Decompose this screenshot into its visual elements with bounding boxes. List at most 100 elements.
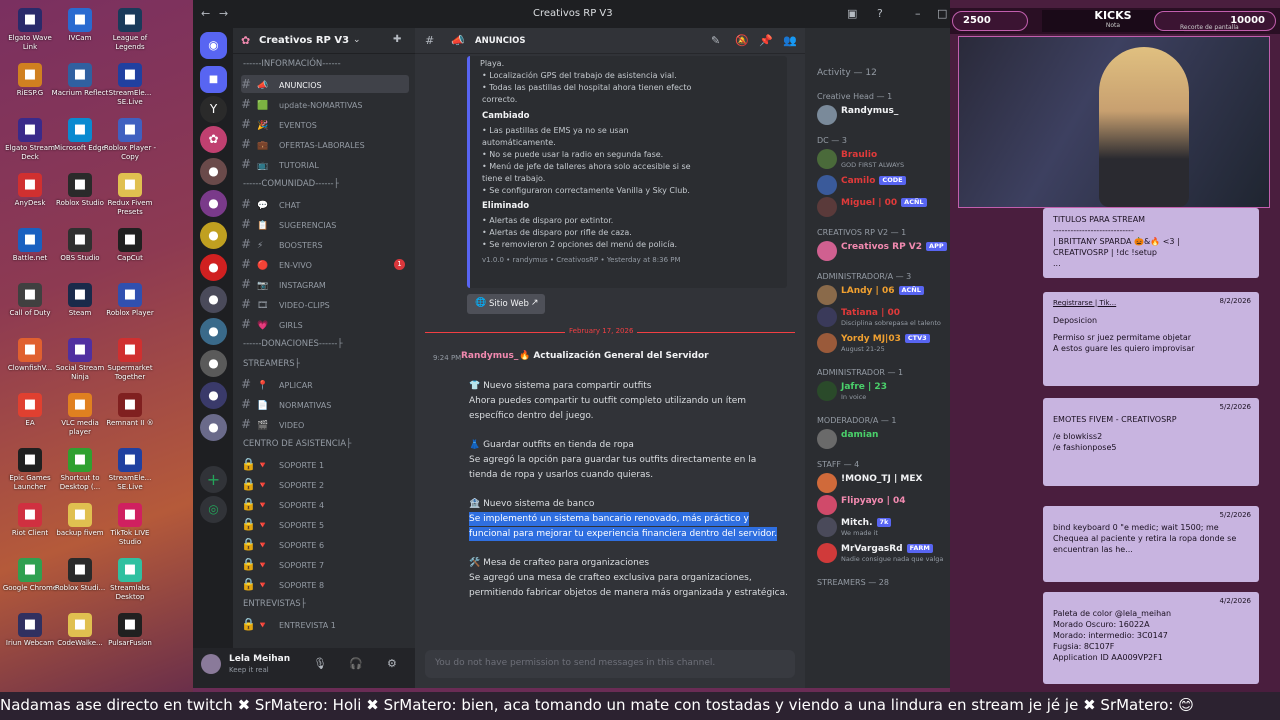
maximize-icon[interactable]: □	[937, 7, 947, 20]
app-icon: ■	[118, 63, 142, 87]
category-header[interactable]: ------INFORMACIÓN------	[243, 59, 341, 69]
headphones-icon[interactable]: 🎧	[349, 657, 363, 670]
microphone-icon[interactable]: 🎙	[313, 657, 327, 670]
desktop-shortcut[interactable]: ■ Remnant II ®	[100, 393, 160, 428]
server-icon[interactable]: ●	[200, 286, 227, 313]
minimize-icon[interactable]: –	[915, 7, 921, 20]
member-row[interactable]: Jafre | 23 In voice	[817, 380, 947, 402]
add-member-icon[interactable]: ✚	[393, 34, 401, 45]
help-icon[interactable]: ?	[877, 7, 883, 20]
message-composer[interactable]: You do not have permission to send messa…	[425, 650, 795, 678]
channel-item[interactable]: # 📣 ANUNCIOS	[241, 75, 409, 93]
server-icon[interactable]: ●	[200, 158, 227, 185]
server-icon[interactable]: ●	[200, 382, 227, 409]
member-row[interactable]: Mitch. 7k We made it	[817, 516, 947, 538]
message-author[interactable]: Randymus_	[461, 351, 518, 361]
category-header[interactable]: ------DONACIONES------├	[243, 339, 342, 349]
forward-icon[interactable]: →	[219, 7, 228, 20]
member-row[interactable]: Miguel | 00 ACÑL	[817, 196, 947, 218]
member-row[interactable]: MrVargasRd FARM Nadie consigue nada que va…	[817, 542, 947, 564]
app-icon: ■	[18, 338, 42, 362]
pin-icon[interactable]: 📌	[759, 34, 773, 47]
category-header[interactable]: ENTREVISTAS├	[243, 599, 306, 609]
desktop-shortcut-label: Redux Fivem Presets	[107, 199, 153, 216]
channel-item[interactable]: # 🟩 update-NOMARTIVAS	[241, 95, 409, 113]
server-icon[interactable]: ●	[200, 414, 227, 441]
members-icon[interactable]: 👥	[783, 34, 797, 47]
channel-item[interactable]: # 🎉 EVENTOS	[241, 115, 409, 133]
gear-icon[interactable]: ⚙	[387, 657, 397, 670]
member-row[interactable]: Camilo CODE	[817, 174, 947, 196]
server-icon[interactable]: ●	[200, 350, 227, 377]
desktop-shortcut[interactable]: ■ TikTok LIVE Studio	[100, 503, 160, 547]
website-link-button[interactable]: 🌐 Sitio Web ↗	[467, 294, 545, 314]
channel-item[interactable]: 🔒🔻 ENTREVISTA 1	[241, 615, 409, 633]
member-row[interactable]: LAndy | 06 ACÑL	[817, 284, 947, 306]
member-row[interactable]: Braulio GOD FIRST ALWAYS	[817, 148, 947, 170]
member-row[interactable]: Flipyayo | 04	[817, 494, 947, 516]
channel-item[interactable]: # 📄 NORMATIVAS	[241, 395, 409, 413]
member-row[interactable]: !MONO_TJ | MEX	[817, 472, 947, 494]
app-icon: ■	[18, 393, 42, 417]
lock-icon: 🔒	[241, 617, 256, 631]
member-row[interactable]: Yordy MJ|03 CTV3 August 21-25	[817, 332, 947, 354]
channel-label: SOPORTE 7	[279, 561, 325, 570]
channel-item[interactable]: # 📺 TUTORIAL	[241, 155, 409, 173]
server-header[interactable]: ✿ Creativos RP V3 ⌄ ✚	[233, 28, 415, 54]
desktop-shortcut[interactable]: ■ Roblox Player - Copy	[100, 118, 160, 162]
server-icon[interactable]: ■	[200, 66, 227, 93]
desktop-shortcut[interactable]: ■ Roblox Player	[100, 283, 160, 318]
category-header[interactable]: ------COMUNIDAD------├	[243, 179, 339, 189]
channel-item[interactable]: 🔒🔻 SOPORTE 2	[241, 475, 409, 493]
member-row[interactable]: Randymus_	[817, 104, 947, 126]
channel-item[interactable]: # 🎞 VIDEO-CLIPS	[241, 295, 409, 313]
home-icon[interactable]: ◉	[200, 32, 227, 59]
inbox-icon[interactable]: ▣	[847, 7, 857, 20]
server-icon[interactable]: Y	[200, 96, 227, 123]
channel-item[interactable]: 🔒🔻 SOPORTE 6	[241, 535, 409, 553]
notification-icon[interactable]: 🔕	[735, 34, 749, 47]
embed-footer: v1.0.0 • randymus • CreativosRP • Yester…	[482, 256, 681, 264]
channel-item[interactable]: 🔒🔻 SOPORTE 7	[241, 555, 409, 573]
channel-item[interactable]: # 📷 INSTAGRAM	[241, 275, 409, 293]
server-icon[interactable]: ●	[200, 222, 227, 249]
back-icon[interactable]: ←	[201, 7, 210, 20]
lock-icon: 🔒	[241, 517, 256, 531]
desktop-shortcut[interactable]: ■ League of Legends	[100, 8, 160, 52]
channel-name: ANUNCIOS	[475, 36, 526, 46]
server-icon[interactable]: ●	[200, 190, 227, 217]
channel-item[interactable]: # ⚡ BOOSTERS	[241, 235, 409, 253]
member-row[interactable]: damian	[817, 428, 947, 450]
channel-item[interactable]: # 💗 GIRLS	[241, 315, 409, 333]
server-icon[interactable]: ●	[200, 254, 227, 281]
channel-item[interactable]: 🔒🔻 SOPORTE 4	[241, 495, 409, 513]
desktop-shortcut[interactable]: ■ Redux Fivem Presets	[100, 173, 160, 217]
server-icon[interactable]: ✿	[200, 126, 227, 153]
add-server-icon[interactable]: +	[200, 466, 227, 493]
desktop-shortcut[interactable]: ■ StreamEle... SE.Live	[100, 63, 160, 107]
avatar[interactable]	[201, 654, 221, 674]
channel-item[interactable]: # 🔴 EN-VIVO 1	[241, 255, 409, 273]
member-row[interactable]: Tatiana | 00 Disciplina sobrepasa el tale…	[817, 306, 947, 328]
category-header[interactable]: STREAMERS├	[243, 359, 300, 369]
desktop-shortcut[interactable]: ■ Supermarket Together	[100, 338, 160, 382]
channel-item[interactable]: # 📋 SUGERENCIAS	[241, 215, 409, 233]
threads-icon[interactable]: ✎	[711, 34, 720, 47]
channel-item[interactable]: 🔒🔻 SOPORTE 1	[241, 455, 409, 473]
category-header[interactable]: CENTRO DE ASISTENCIA├	[243, 439, 351, 449]
desktop-shortcut[interactable]: ■ Streamlabs Desktop	[100, 558, 160, 602]
channel-item[interactable]: 🔒🔻 SOPORTE 5	[241, 515, 409, 533]
desktop-shortcut[interactable]: ■ PulsarFusion	[100, 613, 160, 648]
channel-item[interactable]: # 🎬 VIDEO	[241, 415, 409, 433]
server-icon[interactable]: ●	[200, 318, 227, 345]
channel-item[interactable]: 🔒🔻 SOPORTE 8	[241, 575, 409, 593]
desktop-shortcut[interactable]: ■ StreamEle... SE.Live	[100, 448, 160, 492]
desktop-shortcut[interactable]: ■ CapCut	[100, 228, 160, 263]
channel-item[interactable]: # 💬 CHAT	[241, 195, 409, 213]
channel-label: EN-VIVO	[279, 261, 312, 270]
channel-item[interactable]: # 📍 APLICAR	[241, 375, 409, 393]
discover-icon[interactable]: ◎	[200, 496, 227, 523]
channel-item[interactable]: # 💼 OFERTAS-LABORALES	[241, 135, 409, 153]
member-name: Jafre | 23	[841, 382, 887, 392]
member-row[interactable]: Creativos RP V2 APP	[817, 240, 947, 262]
